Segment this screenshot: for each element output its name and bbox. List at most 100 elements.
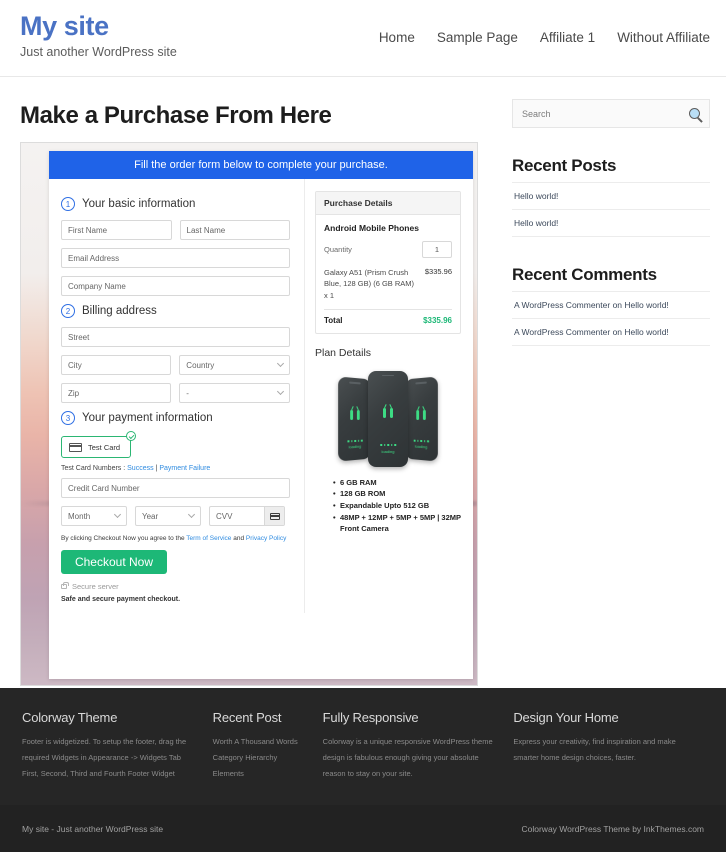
nav-item-without-affiliate[interactable]: Without Affiliate bbox=[617, 30, 710, 45]
step-2-label: Billing address bbox=[82, 305, 157, 317]
email-input[interactable]: Email Address bbox=[61, 248, 290, 268]
expiry-month-select[interactable]: Month bbox=[61, 506, 127, 526]
content-column: Make a Purchase From Here Fill the order… bbox=[0, 77, 500, 686]
terms-text: By clicking Checkout Now you agree to th… bbox=[61, 535, 290, 542]
copyright-left: My site - Just another WordPress site bbox=[22, 823, 164, 834]
city-country-row: City Country bbox=[61, 355, 290, 375]
cvv-input-group[interactable]: CVV bbox=[209, 506, 285, 526]
chevron-down-icon bbox=[276, 359, 285, 368]
site-footer: Colorway Theme Footer is widgetized. To … bbox=[0, 688, 726, 805]
expiry-cvv-row: Month Year CVV bbox=[61, 506, 290, 526]
phone-left: loading bbox=[338, 376, 371, 462]
nav-item-sample-page[interactable]: Sample Page bbox=[437, 30, 518, 45]
purchase-details-heading: Purchase Details bbox=[316, 192, 460, 215]
last-name-input[interactable]: Last Name bbox=[179, 220, 290, 240]
terms-of-service-link[interactable]: Term of Service bbox=[186, 535, 231, 542]
page-body: Make a Purchase From Here Fill the order… bbox=[0, 77, 726, 686]
phone-loading-text-left: loading bbox=[348, 443, 362, 450]
footer-link[interactable]: Worth A Thousand Words bbox=[213, 734, 309, 750]
footer-heading: Fully Responsive bbox=[322, 710, 419, 725]
test-card-label: Test Card bbox=[88, 442, 121, 452]
copyright-right[interactable]: Colorway WordPress Theme by InkThemes.co… bbox=[522, 824, 705, 834]
spec-item: 48MP + 12MP + 5MP + 5MP | 32MP Front Cam… bbox=[333, 512, 461, 535]
quantity-label: Quantity bbox=[324, 245, 352, 254]
quantity-row: Quantity 1 bbox=[324, 241, 452, 258]
site-tagline: Just another WordPress site bbox=[20, 44, 177, 59]
secure-server-row: Secure server bbox=[61, 582, 290, 591]
line-item-amount: $335.96 bbox=[424, 267, 452, 276]
city-input[interactable]: City bbox=[61, 355, 172, 375]
phone-speaker-icon bbox=[349, 381, 361, 384]
form-pane: 1 Your basic information First Name Last… bbox=[49, 179, 305, 613]
search-input[interactable]: Search bbox=[522, 109, 551, 119]
phone-loading-text-center: loading bbox=[381, 449, 395, 455]
spec-item: 128 GB ROM bbox=[333, 488, 461, 500]
street-field-row: Street bbox=[61, 327, 290, 347]
zip-input[interactable]: Zip bbox=[61, 383, 172, 403]
test-card-numbers: Test Card Numbers : Success | Payment Fa… bbox=[61, 465, 290, 472]
total-row: Total $335.96 bbox=[324, 308, 452, 325]
loading-dots-icon bbox=[347, 439, 363, 443]
plan-details-title: Plan Details bbox=[315, 346, 372, 359]
quantity-input[interactable]: 1 bbox=[422, 241, 452, 258]
lock-icon bbox=[61, 582, 69, 589]
company-field-row: Company Name bbox=[61, 276, 290, 296]
total-amount: $335.96 bbox=[423, 315, 452, 325]
secure-server-label: Secure server bbox=[72, 582, 119, 591]
main-navigation: Home Sample Page Affiliate 1 Without Aff… bbox=[379, 30, 710, 45]
step-1-heading: 1 Your basic information bbox=[61, 197, 290, 211]
step-1-label: Your basic information bbox=[82, 198, 196, 210]
footer-link[interactable]: Elements bbox=[213, 766, 309, 782]
expiry-month-value: Month bbox=[68, 511, 91, 521]
footer-heading: Recent Post bbox=[212, 710, 282, 725]
footer-link[interactable]: Category Hierarchy bbox=[213, 750, 309, 766]
email-field-row: Email Address bbox=[61, 248, 290, 268]
chevron-down-icon bbox=[113, 510, 122, 519]
footer-column-fully-responsive: Fully Responsive Colorway is a unique re… bbox=[323, 710, 514, 805]
recent-comment-item[interactable]: A WordPress Commenter on Hello world! bbox=[512, 291, 710, 318]
state-select[interactable]: - bbox=[179, 383, 290, 403]
expiry-year-select[interactable]: Year bbox=[135, 506, 201, 526]
step-3-label: Your payment information bbox=[82, 412, 213, 424]
recent-post-item[interactable]: Hello world! bbox=[512, 182, 710, 209]
recent-comment-item[interactable]: A WordPress Commenter on Hello world! bbox=[512, 318, 710, 346]
order-form-background: Fill the order form below to complete yo… bbox=[20, 142, 478, 686]
search-icon[interactable] bbox=[689, 108, 700, 119]
purchase-details-box: Purchase Details Android Mobile Phones Q… bbox=[315, 191, 461, 334]
site-header: My site Just another WordPress site Home… bbox=[0, 0, 726, 77]
recent-posts-title: Recent Posts bbox=[512, 156, 617, 175]
street-input[interactable]: Street bbox=[61, 327, 290, 347]
credit-card-number-input[interactable]: Credit Card Number bbox=[61, 478, 290, 498]
test-card-failure-link[interactable]: Payment Failure bbox=[159, 465, 210, 472]
chevron-down-icon bbox=[187, 510, 196, 519]
nav-item-affiliate-1[interactable]: Affiliate 1 bbox=[540, 30, 595, 45]
step-2-heading: 2 Billing address bbox=[61, 304, 290, 318]
footer-text: Footer is widgetized. To setup the foote… bbox=[22, 737, 187, 778]
cvv-card-icon bbox=[264, 507, 284, 525]
terms-prefix: By clicking Checkout Now you agree to th… bbox=[61, 535, 187, 542]
country-select-value: Country bbox=[186, 360, 215, 370]
check-circle-icon bbox=[126, 431, 137, 441]
test-card-option[interactable]: Test Card bbox=[61, 436, 132, 458]
total-label: Total bbox=[324, 315, 343, 325]
line-item-row: Galaxy A51 (Prism Crush Blue, 128 GB) (6… bbox=[324, 267, 452, 301]
chevron-down-icon bbox=[276, 387, 285, 396]
company-input[interactable]: Company Name bbox=[61, 276, 290, 296]
order-form-body: 1 Your basic information First Name Last… bbox=[49, 179, 473, 613]
checkout-now-button[interactable]: Checkout Now bbox=[61, 550, 167, 574]
country-select[interactable]: Country bbox=[179, 355, 290, 375]
recent-post-item[interactable]: Hello world! bbox=[512, 209, 710, 237]
name-field-row: First Name Last Name bbox=[61, 220, 290, 240]
search-widget[interactable]: Search bbox=[512, 99, 710, 128]
order-banner: Fill the order form below to complete yo… bbox=[49, 151, 473, 179]
nav-item-home[interactable]: Home bbox=[379, 30, 415, 45]
footer-column-design-your-home: Design Your Home Express your creativity… bbox=[513, 710, 704, 805]
step-3-heading: 3 Your payment information bbox=[61, 411, 290, 425]
test-card-success-link[interactable]: Success bbox=[127, 465, 153, 472]
first-name-input[interactable]: First Name bbox=[61, 220, 172, 240]
recent-posts-list: Hello world! Hello world! bbox=[512, 182, 710, 237]
cvv-input[interactable]: CVV bbox=[210, 507, 264, 525]
step-2-number: 2 bbox=[61, 304, 75, 318]
order-form-card: Fill the order form below to complete yo… bbox=[49, 151, 473, 679]
privacy-policy-link[interactable]: Privacy Policy bbox=[246, 535, 286, 542]
